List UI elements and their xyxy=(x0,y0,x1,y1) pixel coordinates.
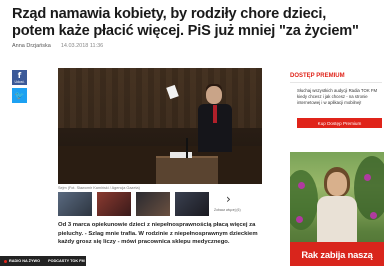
bottom-radio-bar: RADIO NA ŻYWO PODCASTY TOK FM xyxy=(0,256,86,266)
gallery-thumbnails: › Zobacz więcej (6) xyxy=(58,192,252,216)
radio-live-link[interactable]: RADIO NA ŻYWO xyxy=(0,259,44,263)
photo-caption: Sejm (Fot. Sławomir Kamiński / Agencja G… xyxy=(58,186,140,190)
publish-date: 14.03.2018 11:36 xyxy=(60,43,104,49)
premium-section-title: DOSTĘP PREMIUM xyxy=(290,73,345,79)
twitter-share-button[interactable]: 🐦 xyxy=(12,88,27,103)
gallery-more-button[interactable]: › Zobacz więcej (6) xyxy=(214,192,252,216)
gallery-thumbnail[interactable] xyxy=(175,192,209,216)
article-main-photo[interactable] xyxy=(58,68,262,184)
photo-lectern xyxy=(156,156,218,184)
twitter-icon: 🐦 xyxy=(14,90,25,100)
premium-description: Słuchaj wszystkich audycji Radia TOK FM … xyxy=(297,88,378,105)
photo-microphone xyxy=(186,138,188,158)
facebook-share-label: Udost. xyxy=(14,79,25,84)
speaker-head xyxy=(206,86,222,104)
ad-flower xyxy=(298,182,305,189)
gallery-more-label: Zobacz więcej (6) xyxy=(214,208,241,212)
ad-woman-head xyxy=(327,172,347,196)
photo-speaker xyxy=(196,82,234,152)
advertisement-banner[interactable]: Rak zabija naszą xyxy=(290,152,384,266)
ad-text-bar: Rak zabija naszą xyxy=(290,242,384,266)
ad-flower xyxy=(364,174,371,181)
gallery-thumbnail[interactable] xyxy=(136,192,170,216)
ad-woman-body xyxy=(317,196,357,242)
byline: Anna Drzjańska 14.03.2018 11:36 xyxy=(12,43,103,49)
facebook-icon: f xyxy=(17,70,22,80)
ad-flower xyxy=(296,216,303,223)
ad-foliage xyxy=(290,170,318,230)
photo-screen xyxy=(170,152,192,158)
article-headline: Rząd namawia kobiety, by rodziły chore d… xyxy=(12,6,359,39)
speaker-tie xyxy=(213,105,217,123)
premium-divider xyxy=(290,82,382,83)
buy-premium-button[interactable]: Kup Dostęp Premium xyxy=(297,118,382,128)
ad-flower xyxy=(370,212,377,219)
ad-text: Rak zabija naszą xyxy=(301,248,373,260)
gallery-thumbnail[interactable] xyxy=(97,192,131,216)
ad-foliage xyxy=(354,156,384,220)
live-dot-icon xyxy=(4,259,7,263)
chevron-right-icon: › xyxy=(226,192,231,206)
radio-live-label: RADIO NA ŻYWO xyxy=(9,259,41,263)
podcasts-link[interactable]: PODCASTY TOK FM xyxy=(44,259,89,263)
author-name[interactable]: Anna Drzjańska xyxy=(12,43,51,49)
article-lead: Od 3 marca opiekunowie dzieci z niepełno… xyxy=(58,222,258,245)
gallery-thumbnail[interactable] xyxy=(58,192,92,216)
facebook-share-button[interactable]: f Udost. xyxy=(12,70,27,85)
